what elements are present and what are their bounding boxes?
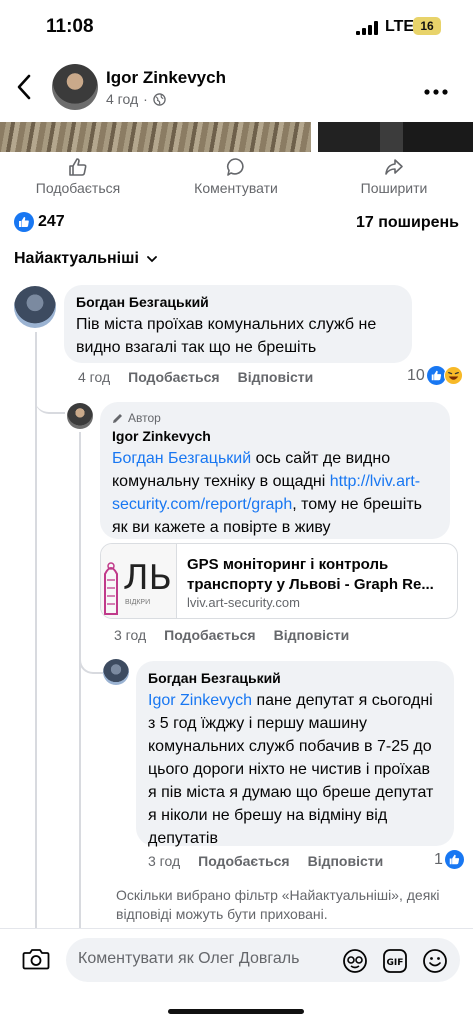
nested-reply-author[interactable]: Богдан Безгацький xyxy=(148,670,442,686)
likes-summary[interactable]: 247 xyxy=(14,212,65,232)
comment-reactions[interactable]: 10 xyxy=(407,366,463,385)
post-header: Igor Zinkevych 4 год · xyxy=(0,56,473,120)
comment-button[interactable]: Коментувати xyxy=(166,156,306,196)
haha-reaction-icon xyxy=(443,366,463,385)
home-indicator xyxy=(168,1009,304,1014)
thread-line-nested xyxy=(79,432,81,928)
nested-reply-bubble[interactable]: Богдан Безгацький Igor Zinkevych пане де… xyxy=(136,661,454,847)
reactions-summary: 247 17 поширень xyxy=(0,210,473,236)
nested-reply-meta: 3 год Подобається Відповісти xyxy=(148,853,383,869)
author-badge-label: Автор xyxy=(128,411,161,425)
nested-reply-reply-button[interactable]: Відповісти xyxy=(308,853,384,869)
status-bar: 11:08 LTE 16 xyxy=(0,0,473,54)
thumb-logo-text: ЛЬ xyxy=(123,558,172,598)
comment-input[interactable]: Коментувати як Олег Довгаль GIF xyxy=(66,938,460,982)
link-preview-card[interactable]: ЛЬ ВІДКРИ GPS моніторинг і контроль тран… xyxy=(100,543,458,619)
comment-icon xyxy=(226,158,244,176)
share-button[interactable]: Поширити xyxy=(324,156,464,196)
shares-count[interactable]: 17 поширень xyxy=(356,214,459,232)
reply-reply-button[interactable]: Відповісти xyxy=(274,627,350,643)
post-photos[interactable] xyxy=(0,122,473,152)
reply-bubble[interactable]: Автор Igor Zinkevych Богдан Безгацький о… xyxy=(100,402,450,539)
post-meta: 4 год · xyxy=(106,91,166,107)
reply-mention[interactable]: Богдан Безгацький xyxy=(112,450,251,467)
link-preview-domain: lviv.art-security.com xyxy=(187,595,300,610)
like-reaction-icon xyxy=(14,212,34,232)
battery-icon: 16 xyxy=(413,17,441,35)
globe-icon xyxy=(153,92,166,106)
post-actions: Подобається Коментувати Поширити xyxy=(0,156,473,206)
link-preview-thumbnail: ЛЬ ВІДКРИ xyxy=(101,544,177,618)
comment-label: Коментувати xyxy=(194,180,278,196)
author-badge: Автор xyxy=(112,411,438,425)
signal-icon xyxy=(356,21,378,35)
network-label: LTE xyxy=(385,18,415,35)
thumbs-up-icon xyxy=(69,158,87,176)
filter-note: Оскільки вибрано фільтр «Найактуальніші»… xyxy=(116,887,440,922)
nested-reply-age: 3 год xyxy=(148,853,181,869)
reply-avatar[interactable] xyxy=(67,403,93,429)
thread-line xyxy=(35,332,37,928)
comment-sort-dropdown[interactable]: Найактуальніші xyxy=(14,250,157,268)
comment-like-button[interactable]: Подобається xyxy=(128,369,219,385)
commenter-avatar[interactable] xyxy=(14,286,56,328)
author-avatar[interactable] xyxy=(52,64,98,110)
emoji-icon[interactable] xyxy=(422,948,448,974)
nested-reply-avatar[interactable] xyxy=(103,659,129,685)
post-photo-2[interactable] xyxy=(318,122,473,152)
comment-age: 4 год xyxy=(78,369,111,385)
post-photo-1[interactable] xyxy=(0,122,311,152)
comment-composer: Коментувати як Олег Довгаль GIF xyxy=(0,928,473,990)
likes-count: 247 xyxy=(38,213,65,230)
like-label: Подобається xyxy=(35,180,121,196)
svg-text:GIF: GIF xyxy=(387,958,404,968)
more-dots-icon[interactable] xyxy=(424,84,448,95)
thread-curve-nested xyxy=(79,650,103,674)
post-author-name[interactable]: Igor Zinkevych xyxy=(106,68,226,88)
avatar-sticker-icon[interactable] xyxy=(342,948,368,974)
reply-meta: 3 год Подобається Відповісти xyxy=(114,627,349,643)
like-button[interactable]: Подобається xyxy=(8,156,148,196)
thumb-logo-subtext: ВІДКРИ xyxy=(125,599,151,606)
nested-reply-mention[interactable]: Igor Zinkevych xyxy=(148,692,252,709)
nested-reply-reaction-count: 1 xyxy=(434,850,443,868)
meta-separator: · xyxy=(143,91,148,107)
comment-author[interactable]: Богдан Безгацький xyxy=(76,294,400,310)
reply-author[interactable]: Igor Zinkevych xyxy=(112,428,438,444)
comment-input-placeholder: Коментувати як Олег Довгаль xyxy=(78,950,300,967)
like-reaction-icon xyxy=(444,850,464,869)
share-icon xyxy=(385,159,403,175)
comment-bubble[interactable]: Богдан Безгацький Пів міста проїхав кому… xyxy=(64,285,412,363)
nested-reply-reactions[interactable]: 1 xyxy=(434,850,464,869)
comment-meta: 4 год Подобається Відповісти xyxy=(78,369,313,385)
nested-reply-like-button[interactable]: Подобається xyxy=(198,853,289,869)
gif-icon[interactable]: GIF xyxy=(382,948,408,974)
share-label: Поширити xyxy=(360,180,428,196)
chevron-left-icon[interactable] xyxy=(16,74,32,100)
nested-reply-body: пане депутат я сьогодні з 5 год їжджу і … xyxy=(148,692,434,847)
reply-like-button[interactable]: Подобається xyxy=(164,627,255,643)
reply-text: Богдан Безгацький ось сайт де видно кому… xyxy=(112,447,438,539)
status-time: 11:08 xyxy=(46,16,94,37)
chevron-down-icon xyxy=(147,255,157,262)
pencil-icon xyxy=(113,414,122,423)
comment-text: Пів міста проїхав комунальних служб не в… xyxy=(76,316,377,356)
camera-icon[interactable] xyxy=(22,947,50,971)
nested-reply-text: Igor Zinkevych пане депутат я сьогодні з… xyxy=(148,689,442,850)
post-age: 4 год xyxy=(106,91,139,107)
reply-age: 3 год xyxy=(114,627,147,643)
link-preview-title: GPS моніторинг і контроль транспорту у Л… xyxy=(187,556,434,593)
thread-curve xyxy=(35,390,65,414)
comment-reaction-count: 10 xyxy=(407,366,425,384)
comment-reply-button[interactable]: Відповісти xyxy=(238,369,314,385)
sort-label: Найактуальніші xyxy=(14,250,139,267)
